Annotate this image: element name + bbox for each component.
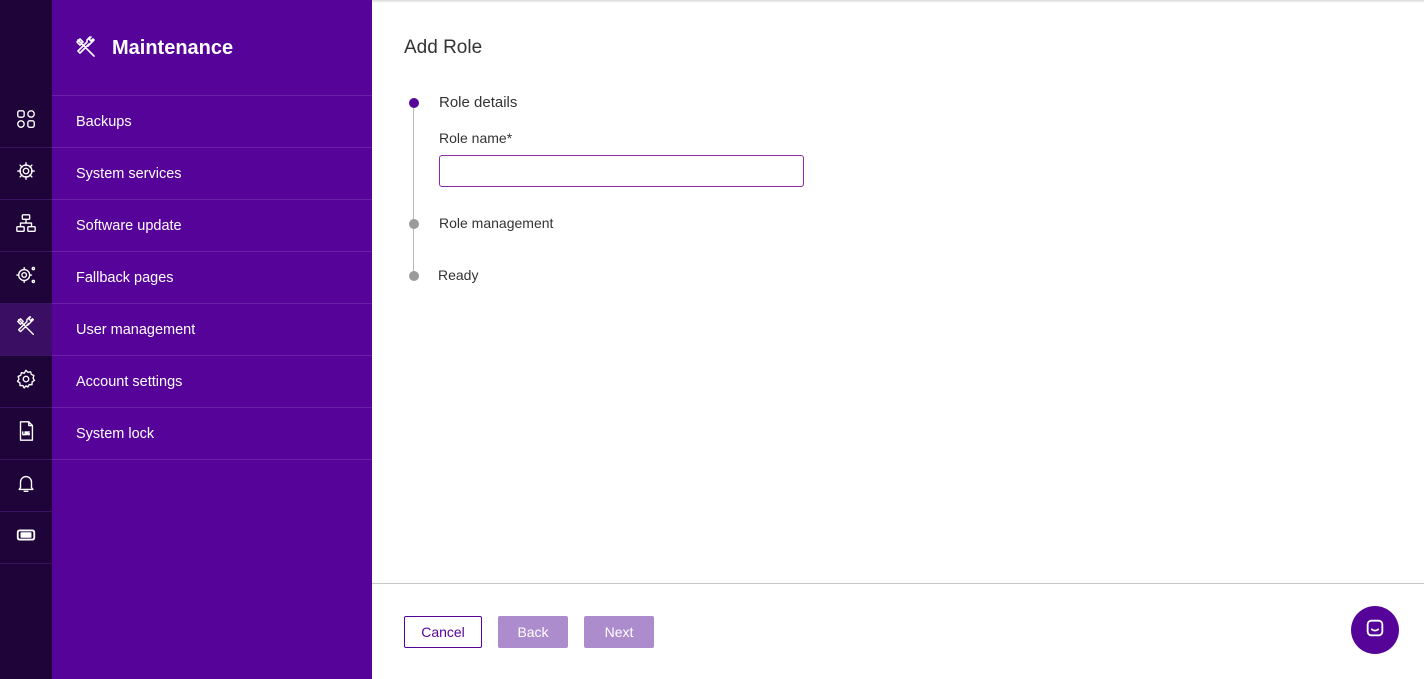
page-title: Add Role	[404, 37, 483, 58]
log-file-icon	[15, 420, 37, 447]
step-label-role-details: Role details	[439, 94, 518, 111]
next-button[interactable]: Next	[584, 616, 654, 648]
rail-item-account-settings[interactable]	[0, 356, 52, 408]
footer-divider	[372, 583, 1424, 584]
sidebar-item-fallback-pages[interactable]: Fallback pages	[52, 252, 372, 304]
rail-item-system-services[interactable]	[0, 148, 52, 200]
top-shadow	[372, 0, 1424, 3]
stepper-line	[413, 103, 414, 275]
rail-item-system-lock[interactable]	[0, 408, 52, 460]
role-name-label: Role name*	[439, 130, 513, 146]
bell-icon	[15, 472, 37, 499]
sidebar-nav: Maintenance Backups System services Soft…	[52, 0, 372, 679]
rail-item-backups[interactable]	[0, 96, 52, 148]
chat-icon	[1364, 617, 1386, 644]
ticket-icon	[15, 524, 37, 551]
rail-item-fallback-pages[interactable]	[0, 252, 52, 304]
icon-rail	[0, 0, 52, 679]
back-button[interactable]: Back	[498, 616, 568, 648]
rail-item-user-management[interactable]	[0, 304, 52, 356]
sidebar-item-system-lock[interactable]: System lock	[52, 408, 372, 460]
gear-icon	[15, 368, 37, 395]
gear-network-icon	[15, 160, 37, 187]
sidebar-item-software-update[interactable]: Software update	[52, 200, 372, 252]
step-dot-role-management	[409, 219, 419, 229]
sidebar-header: Maintenance	[52, 0, 372, 96]
step-dot-role-details	[409, 98, 419, 108]
tools-icon	[74, 36, 98, 60]
tools-icon	[15, 316, 37, 343]
rail-item-tickets[interactable]	[0, 512, 52, 564]
step-dot-ready	[409, 271, 419, 281]
sidebar-item-backups[interactable]: Backups	[52, 96, 372, 148]
dashboard-grid-icon	[15, 108, 37, 135]
chat-launcher-button[interactable]	[1351, 606, 1399, 654]
role-name-input[interactable]	[439, 155, 804, 187]
sidebar-item-system-services[interactable]: System services	[52, 148, 372, 200]
main-content: Add Role Role details Role name* Role ma…	[372, 0, 1424, 679]
sidebar-item-user-management[interactable]: User management	[52, 304, 372, 356]
cancel-button[interactable]: Cancel	[404, 616, 482, 648]
step-label-role-management: Role management	[439, 215, 554, 231]
rail-item-software-update[interactable]	[0, 200, 52, 252]
step-label-ready: Ready	[438, 267, 479, 283]
rail-item-notifications[interactable]	[0, 460, 52, 512]
network-topology-icon	[15, 212, 37, 239]
sidebar-title: Maintenance	[112, 37, 234, 59]
gear-dots-icon	[15, 264, 37, 291]
sidebar-item-account-settings[interactable]: Account settings	[52, 356, 372, 408]
